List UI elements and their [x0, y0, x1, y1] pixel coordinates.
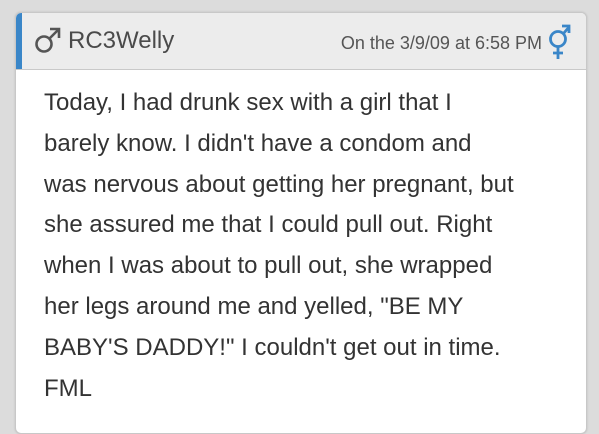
post-card: RC3Welly On the 3/9/09 at 6:58 PM Today,…	[15, 12, 587, 434]
post-line: was nervous about getting her pregnant, …	[44, 170, 514, 198]
post-line: FML	[44, 374, 92, 402]
post-line: when I was about to pull out, she wrappe…	[44, 252, 493, 280]
post-line: BABY'S DADDY!" I couldn't get out in tim…	[44, 333, 501, 361]
author-username[interactable]: RC3Welly	[68, 27, 174, 55]
male-female-symbol-icon	[549, 24, 571, 59]
post-timestamp: On the 3/9/09 at 6:58 PM	[340, 33, 542, 53]
post-header: RC3Welly On the 3/9/09 at 6:58 PM	[16, 13, 586, 70]
post-line: barely know. I didn't have a condom and	[44, 129, 472, 157]
post-line: she assured me that I could pull out. Ri…	[44, 211, 493, 239]
post-line: Today, I had drunk sex with a girl that …	[44, 89, 452, 116]
male-symbol-icon	[35, 27, 61, 53]
post-line: her legs around me and yelled, "BE MY	[44, 292, 464, 320]
accent-bar	[16, 13, 22, 69]
post-body: Today, I had drunk sex with a girl that …	[44, 83, 578, 409]
